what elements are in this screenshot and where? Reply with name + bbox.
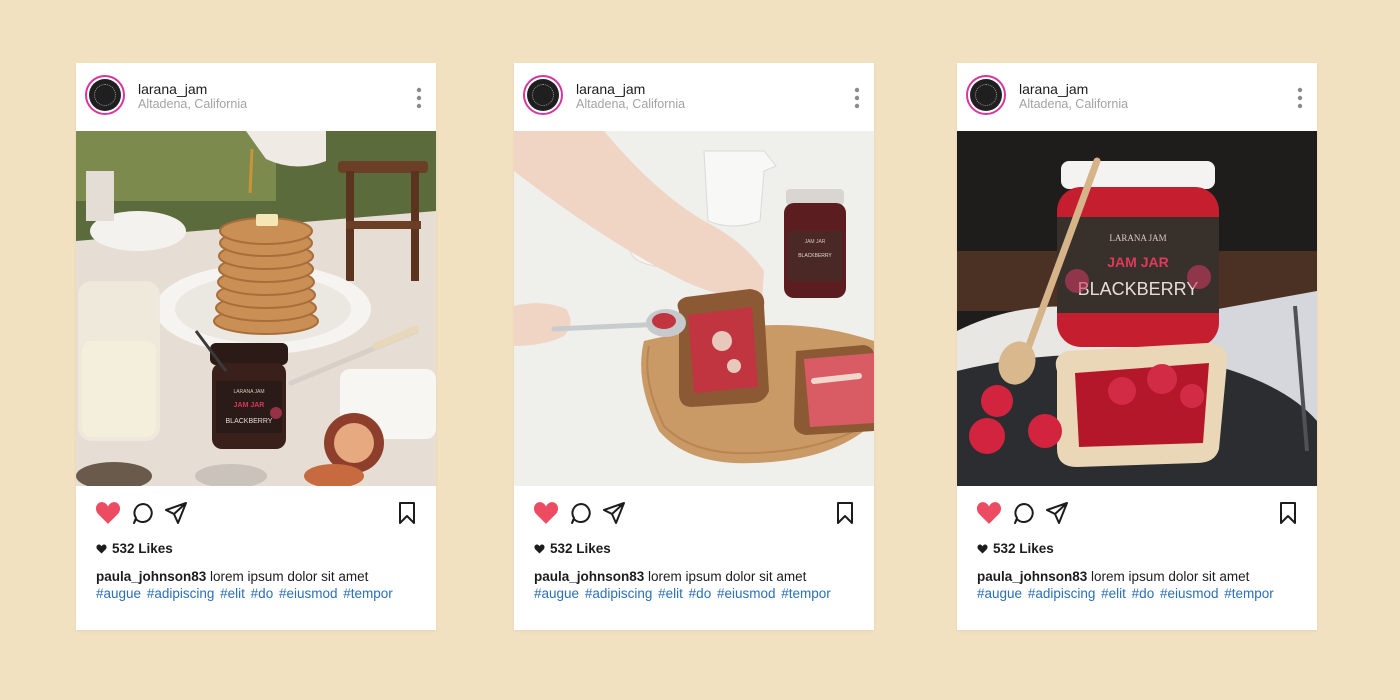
avatar[interactable] [966, 75, 1006, 115]
hashtag[interactable]: #elit [658, 586, 683, 601]
post-location[interactable]: Altadena, California [576, 97, 685, 111]
more-icon[interactable] [854, 87, 860, 109]
hashtag[interactable]: #adipiscing [585, 586, 653, 601]
hashtag[interactable]: #adipiscing [1028, 586, 1096, 601]
like-count[interactable]: 532 Likes [534, 541, 611, 556]
jar-flavor-text: BLACKBERRY [226, 418, 273, 425]
hashtag[interactable]: #augue [534, 586, 579, 601]
hashtags: #augue #adipiscing #elit #do #eiusmod #t… [534, 586, 833, 601]
share-icon[interactable] [601, 501, 627, 525]
like-count[interactable]: 532 Likes [96, 541, 173, 556]
post-card-3: larana_jam Altadena, California LARANA J… [957, 63, 1317, 630]
comment-icon[interactable] [568, 501, 594, 525]
jar-flavor-text: BLACKBERRY [1078, 279, 1199, 299]
hashtag[interactable]: #elit [220, 586, 245, 601]
post-photo[interactable]: LARANA JAM JAM JAR BLACKBERRY [957, 131, 1317, 486]
post-photo[interactable]: JAM JAR BLACKBERRY [514, 131, 874, 486]
like-count-text: 532 Likes [993, 541, 1054, 556]
heart-icon[interactable] [976, 501, 1002, 525]
caption: paula_johnson83 lorem ipsum dolor sit am… [534, 569, 806, 584]
post-location[interactable]: Altadena, California [1019, 97, 1128, 111]
hashtag[interactable]: #tempor [343, 586, 393, 601]
small-heart-icon [977, 543, 988, 554]
comment-icon[interactable] [1011, 501, 1037, 525]
post-photo[interactable]: LARANA JAM JAM JAR BLACKBERRY [76, 131, 436, 486]
share-icon[interactable] [1044, 501, 1070, 525]
post-username[interactable]: larana_jam [1019, 81, 1088, 97]
bookmark-icon[interactable] [1275, 501, 1301, 525]
hashtag[interactable]: #elit [1101, 586, 1126, 601]
post-header: larana_jam Altadena, California [957, 63, 1317, 131]
heart-icon[interactable] [533, 501, 559, 525]
hashtag[interactable]: #augue [977, 586, 1022, 601]
post-card-2: larana_jam Altadena, California JAM JAR … [514, 63, 874, 630]
hashtag[interactable]: #eiusmod [279, 586, 338, 601]
caption-text: lorem ipsum dolor sit amet [210, 569, 369, 584]
post-username[interactable]: larana_jam [576, 81, 645, 97]
more-icon[interactable] [416, 87, 422, 109]
hashtag[interactable]: #do [689, 586, 712, 601]
bookmark-icon[interactable] [832, 501, 858, 525]
like-count-text: 532 Likes [112, 541, 173, 556]
post-username[interactable]: larana_jam [138, 81, 207, 97]
hashtags: #augue #adipiscing #elit #do #eiusmod #t… [977, 586, 1276, 601]
post-location[interactable]: Altadena, California [138, 97, 247, 111]
hashtag[interactable]: #tempor [1224, 586, 1274, 601]
avatar[interactable] [523, 75, 563, 115]
caption: paula_johnson83 lorem ipsum dolor sit am… [96, 569, 368, 584]
jar-product-text: JAM JAR [805, 239, 826, 245]
caption-username[interactable]: paula_johnson83 [96, 569, 206, 584]
hashtag[interactable]: #adipiscing [147, 586, 215, 601]
bookmark-icon[interactable] [394, 501, 420, 525]
more-icon[interactable] [1297, 87, 1303, 109]
hashtag[interactable]: #eiusmod [1160, 586, 1219, 601]
post-header: larana_jam Altadena, California [514, 63, 874, 131]
avatar[interactable] [85, 75, 125, 115]
like-count-text: 532 Likes [550, 541, 611, 556]
post-actions [76, 486, 436, 540]
like-count[interactable]: 532 Likes [977, 541, 1054, 556]
caption-username[interactable]: paula_johnson83 [534, 569, 644, 584]
hashtag[interactable]: #eiusmod [717, 586, 776, 601]
hashtag[interactable]: #do [251, 586, 274, 601]
small-heart-icon [96, 543, 107, 554]
jar-product-text: JAM JAR [1107, 254, 1168, 270]
jar-brand-text: LARANA JAM [1109, 233, 1166, 243]
small-heart-icon [534, 543, 545, 554]
caption: paula_johnson83 lorem ipsum dolor sit am… [977, 569, 1249, 584]
post-actions [514, 486, 874, 540]
hashtag[interactable]: #tempor [781, 586, 831, 601]
jar-flavor-text: BLACKBERRY [798, 253, 832, 259]
share-icon[interactable] [163, 501, 189, 525]
post-header: larana_jam Altadena, California [76, 63, 436, 131]
jar-product-text: JAM JAR [234, 402, 265, 409]
hashtags: #augue #adipiscing #elit #do #eiusmod #t… [96, 586, 395, 601]
hashtag[interactable]: #augue [96, 586, 141, 601]
hashtag[interactable]: #do [1132, 586, 1155, 601]
post-card-1: larana_jam Altadena, California LARANA J… [76, 63, 436, 630]
comment-icon[interactable] [130, 501, 156, 525]
post-actions [957, 486, 1317, 540]
caption-text: lorem ipsum dolor sit amet [1091, 569, 1250, 584]
jar-brand-text: LARANA JAM [233, 389, 264, 395]
caption-username[interactable]: paula_johnson83 [977, 569, 1087, 584]
caption-text: lorem ipsum dolor sit amet [648, 569, 807, 584]
heart-icon[interactable] [95, 501, 121, 525]
